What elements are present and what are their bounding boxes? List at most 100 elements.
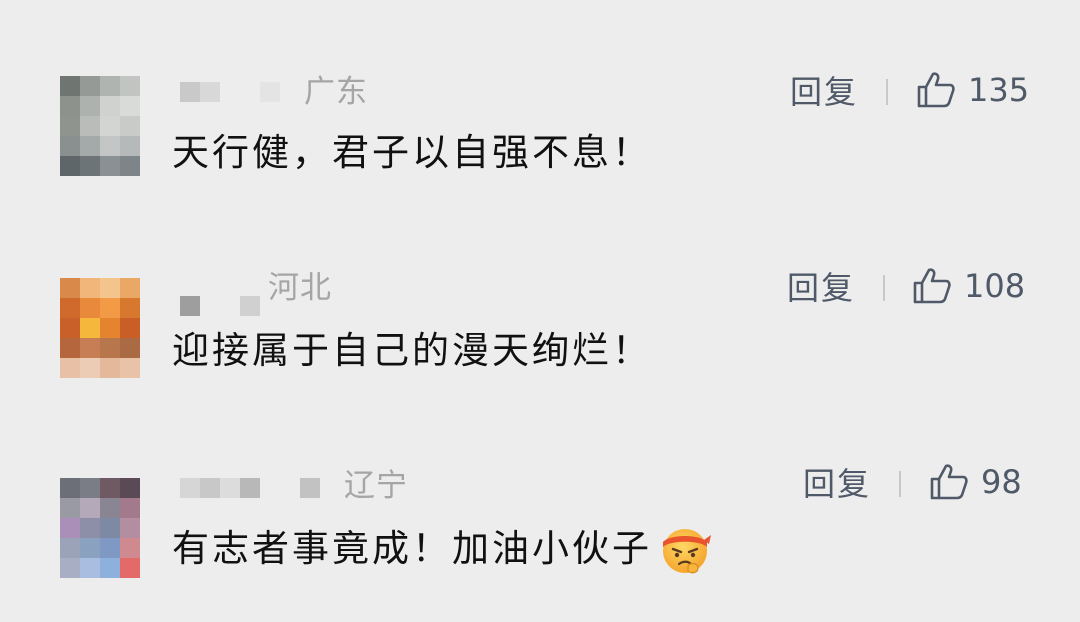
- like-button[interactable]: 135: [916, 70, 1029, 110]
- determined-face-emoji-icon: [663, 529, 711, 574]
- comment-text: 迎接属于自己的漫天绚烂！: [172, 329, 652, 372]
- avatar-pixel: [120, 76, 140, 96]
- avatar-pixel: [120, 558, 140, 578]
- thumbs-up-icon: [913, 268, 951, 304]
- avatar-pixel: [80, 298, 100, 318]
- avatar-pixel: [120, 538, 140, 558]
- avatar-pixel: [80, 338, 100, 358]
- avatar-pixel: [60, 478, 80, 498]
- like-count: 98: [981, 463, 1022, 501]
- avatar-pixel: [80, 278, 100, 298]
- avatar-pixel: [100, 116, 120, 136]
- avatar-pixel: [100, 76, 120, 96]
- avatar-pixel: [100, 136, 120, 156]
- avatar-pixel: [120, 278, 140, 298]
- username-pixel: [180, 296, 200, 316]
- avatar-pixel: [80, 558, 100, 578]
- avatar-pixel: [100, 358, 120, 378]
- username-pixel: [260, 478, 280, 498]
- avatar-pixel: [60, 298, 80, 318]
- divider: [886, 79, 888, 105]
- avatar-pixel: [60, 156, 80, 176]
- avatar-pixel: [60, 358, 80, 378]
- like-count: 135: [968, 71, 1030, 109]
- username-blurred[interactable]: [180, 296, 260, 316]
- avatar-pixel: [80, 358, 100, 378]
- thumbs-up-icon: [917, 72, 955, 108]
- username-pixel: [220, 478, 240, 498]
- username-pixel: [280, 478, 300, 498]
- avatar-pixel: [120, 478, 140, 498]
- avatar-pixel: [100, 478, 120, 498]
- avatar-pixel: [100, 538, 120, 558]
- comment-text: 有志者事竟成！加油小伙子: [172, 522, 712, 576]
- username-pixel: [180, 82, 200, 102]
- avatar-pixel: [60, 558, 80, 578]
- avatar-pixel: [60, 96, 80, 116]
- avatar-pixel: [100, 498, 120, 518]
- reply-button[interactable]: 回复: [790, 72, 858, 112]
- avatar-pixel: [100, 298, 120, 318]
- avatar[interactable]: [60, 278, 140, 378]
- avatar-pixel: [100, 338, 120, 358]
- divider: [899, 471, 901, 497]
- avatar-pixel: [60, 538, 80, 558]
- avatar-pixel: [60, 76, 80, 96]
- avatar-pixel: [120, 358, 140, 378]
- avatar-pixel: [60, 116, 80, 136]
- avatar-pixel: [100, 318, 120, 338]
- region-label: 辽宁: [344, 468, 408, 504]
- avatar-pixel: [120, 318, 140, 338]
- avatar-pixel: [80, 478, 100, 498]
- avatar-pixel: [80, 96, 100, 116]
- username-pixel: [300, 478, 320, 498]
- divider: [883, 275, 885, 301]
- avatar-pixel: [80, 136, 100, 156]
- username-pixel: [240, 478, 260, 498]
- reply-button[interactable]: 回复: [787, 268, 855, 308]
- like-button[interactable]: 98: [929, 462, 1022, 502]
- avatar-pixel: [80, 538, 100, 558]
- username-pixel: [220, 82, 240, 102]
- username-blurred[interactable]: [180, 478, 320, 498]
- avatar[interactable]: [60, 76, 140, 176]
- avatar-pixel: [60, 278, 80, 298]
- avatar-pixel: [60, 318, 80, 338]
- avatar-pixel: [80, 76, 100, 96]
- region-label: 河北: [268, 270, 332, 306]
- avatar-pixel: [60, 498, 80, 518]
- like-count: 108: [964, 267, 1026, 305]
- username-pixel: [180, 478, 200, 498]
- avatar-pixel: [80, 518, 100, 538]
- avatar-pixel: [100, 278, 120, 298]
- comment-text: 天行健，君子以自强不息！: [172, 131, 652, 174]
- thumbs-up-icon: [930, 464, 968, 500]
- avatar-pixel: [100, 518, 120, 538]
- username-blurred[interactable]: [180, 82, 300, 102]
- avatar-pixel: [60, 518, 80, 538]
- avatar-pixel: [80, 498, 100, 518]
- reply-button[interactable]: 回复: [803, 464, 871, 504]
- username-pixel: [240, 82, 260, 102]
- avatar[interactable]: [60, 478, 140, 578]
- avatar-pixel: [60, 136, 80, 156]
- username-pixel: [200, 478, 220, 498]
- comment-text-content: 有志者事竟成！加油小伙子: [172, 527, 652, 570]
- avatar-pixel: [60, 338, 80, 358]
- avatar-pixel: [100, 156, 120, 176]
- avatar-pixel: [120, 156, 140, 176]
- avatar-pixel: [120, 298, 140, 318]
- avatar-pixel: [120, 518, 140, 538]
- avatar-pixel: [120, 338, 140, 358]
- avatar-pixel: [100, 96, 120, 116]
- username-pixel: [240, 296, 260, 316]
- avatar-pixel: [120, 498, 140, 518]
- username-pixel: [260, 82, 280, 102]
- avatar-pixel: [120, 136, 140, 156]
- avatar-pixel: [120, 116, 140, 136]
- username-pixel: [220, 296, 240, 316]
- username-pixel: [200, 296, 220, 316]
- username-pixel: [280, 82, 300, 102]
- like-button[interactable]: 108: [912, 266, 1025, 306]
- avatar-pixel: [80, 116, 100, 136]
